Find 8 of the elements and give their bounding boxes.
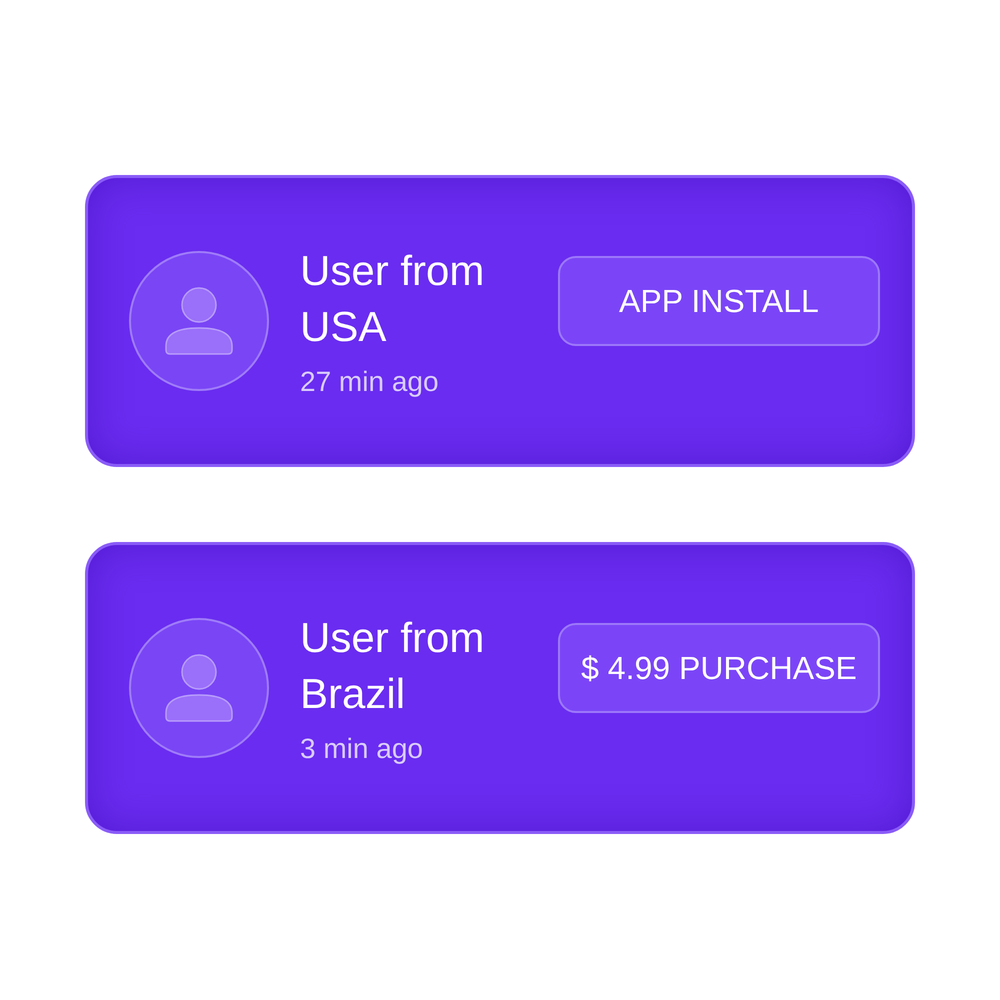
time-ago: 3 min ago [300,732,424,766]
user-avatar-icon [128,250,270,392]
user-avatar-icon [128,617,270,759]
user-location: User from Brazil [300,613,486,719]
action-button[interactable]: APP INSTALL [558,256,880,346]
time-ago: 27 min ago [300,365,440,399]
action-button[interactable]: $ 4.99 PURCHASE [558,623,880,713]
user-location: User from USA [300,246,486,352]
